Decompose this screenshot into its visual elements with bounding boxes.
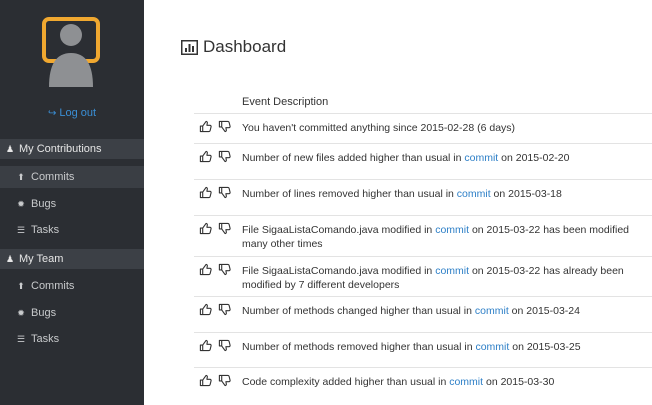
commit-link[interactable]: commit	[435, 265, 469, 277]
event-text: Code complexity added higher than usual …	[242, 376, 450, 388]
users-icon: ♟	[5, 253, 15, 264]
thumbs-up-icon[interactable]	[199, 303, 212, 316]
thumbs-up-icon[interactable]	[199, 374, 212, 387]
logout-icon: ↪	[47, 108, 57, 119]
table-row: Number of new files added higher than us…	[194, 143, 652, 179]
sidebar-item-my-bugs[interactable]: ✹ Bugs	[0, 193, 144, 215]
bug-icon: ✹	[17, 198, 25, 209]
event-text: on 2015-03-25	[509, 341, 581, 353]
sidebar-item-my-tasks[interactable]: ☰ Tasks	[0, 219, 144, 241]
sidebar-item-label: Bugs	[31, 198, 57, 210]
event-text: on 2015-03-18	[490, 188, 562, 200]
event-description: Number of methods changed higher than us…	[242, 304, 652, 318]
commit-link[interactable]: commit	[475, 341, 509, 353]
column-header-event-description: Event Description	[242, 96, 329, 108]
feedback-buttons	[199, 339, 231, 352]
table-row: You haven't committed anything since 201…	[194, 113, 652, 143]
event-description: Number of lines removed higher than usua…	[242, 187, 652, 201]
sidebar-item-my-commits[interactable]: ⬆ Commits	[0, 166, 144, 188]
sidebar-item-label: Commits	[31, 171, 75, 183]
sidebar-item-label: Bugs	[31, 307, 57, 319]
thumbs-down-icon[interactable]	[218, 150, 231, 163]
event-text: on 2015-03-24	[508, 305, 580, 317]
thumbs-up-icon[interactable]	[199, 186, 212, 199]
event-description: File SigaaListaComando.java modified in …	[242, 264, 652, 292]
feedback-buttons	[199, 374, 231, 387]
sidebar-item-label: Tasks	[31, 224, 60, 236]
thumbs-down-icon[interactable]	[218, 374, 231, 387]
main-content: Dashboard Event Description You haven't …	[144, 0, 652, 405]
event-description: File SigaaListaComando.java modified in …	[242, 223, 652, 251]
table-row: Number of methods changed higher than us…	[194, 296, 652, 332]
sidebar-item-team-bugs[interactable]: ✹ Bugs	[0, 302, 144, 324]
table-row: Number of lines removed higher than usua…	[194, 179, 652, 215]
sidebar-item-label: Commits	[31, 280, 75, 292]
sidebar-item-team-tasks[interactable]: ☰ Tasks	[0, 328, 144, 350]
sidebar: ↪ Log out ♟ My Contributions ⬆ Commits ✹ Bug…	[0, 0, 144, 405]
thumbs-down-icon[interactable]	[218, 120, 231, 133]
feedback-buttons	[199, 120, 231, 133]
table-row: File SigaaListaComando.java modified in …	[194, 256, 652, 296]
commit-link[interactable]: commit	[449, 376, 483, 388]
sidebar-item-team-commits[interactable]: ⬆ Commits	[0, 275, 144, 297]
thumbs-down-icon[interactable]	[218, 303, 231, 316]
event-description: Code complexity added higher than usual …	[242, 375, 652, 389]
thumbs-down-icon[interactable]	[218, 339, 231, 352]
thumbs-down-icon[interactable]	[218, 186, 231, 199]
page-title: Dashboard	[181, 37, 286, 57]
user-icon: ♟	[5, 143, 15, 154]
feedback-buttons	[199, 303, 231, 316]
thumbs-up-icon[interactable]	[199, 222, 212, 235]
event-text: Number of new files added higher than us…	[242, 152, 465, 164]
event-text: Number of lines removed higher than usua…	[242, 188, 457, 200]
user-avatar-icon	[42, 17, 100, 87]
upload-icon: ⬆	[17, 280, 25, 291]
thumbs-up-icon[interactable]	[199, 150, 212, 163]
commit-link[interactable]: commit	[464, 152, 498, 164]
event-description: You haven't committed anything since 201…	[242, 121, 652, 135]
event-text: on 2015-02-20	[498, 152, 570, 164]
section-label: My Team	[19, 253, 64, 265]
tasks-icon: ☰	[16, 224, 26, 235]
event-text: File SigaaListaComando.java modified in	[242, 265, 436, 277]
thumbs-up-icon[interactable]	[199, 120, 212, 133]
tasks-icon: ☰	[16, 333, 26, 344]
commit-link[interactable]: commit	[435, 224, 469, 236]
feedback-buttons	[199, 263, 231, 276]
event-text: Number of methods removed higher than us…	[242, 341, 476, 353]
logout-label: Log out	[59, 107, 97, 119]
event-text: File SigaaListaComando.java modified in	[242, 224, 436, 236]
thumbs-up-icon[interactable]	[199, 339, 212, 352]
event-text: on 2015-03-30	[483, 376, 555, 388]
feedback-buttons	[199, 222, 231, 235]
logout-link[interactable]: ↪ Log out	[0, 107, 144, 119]
thumbs-up-icon[interactable]	[199, 263, 212, 276]
sidebar-item-label: Tasks	[31, 333, 60, 345]
table-row: Number of methods removed higher than us…	[194, 332, 652, 367]
event-text: You haven't committed anything since 201…	[242, 122, 516, 134]
feedback-buttons	[199, 150, 231, 163]
table-row: File SigaaListaComando.java modified in …	[194, 215, 652, 256]
commit-link[interactable]: commit	[457, 188, 491, 200]
event-description: Number of new files added higher than us…	[242, 151, 652, 165]
thumbs-down-icon[interactable]	[218, 263, 231, 276]
page-title-text: Dashboard	[203, 37, 287, 56]
commit-link[interactable]: commit	[475, 305, 509, 317]
thumbs-down-icon[interactable]	[218, 222, 231, 235]
section-label: My Contributions	[19, 143, 102, 155]
avatar	[42, 13, 100, 87]
event-description: Number of methods removed higher than us…	[242, 340, 652, 354]
bug-icon: ✹	[17, 307, 25, 318]
table-row: Code complexity added higher than usual …	[194, 367, 652, 405]
section-my-team[interactable]: ♟ My Team	[0, 249, 144, 269]
event-text: Number of methods changed higher than us…	[242, 305, 475, 317]
bar-chart-icon	[181, 39, 198, 55]
section-my-contributions[interactable]: ♟ My Contributions	[0, 139, 144, 159]
upload-icon: ⬆	[17, 171, 25, 182]
feedback-buttons	[199, 186, 231, 199]
